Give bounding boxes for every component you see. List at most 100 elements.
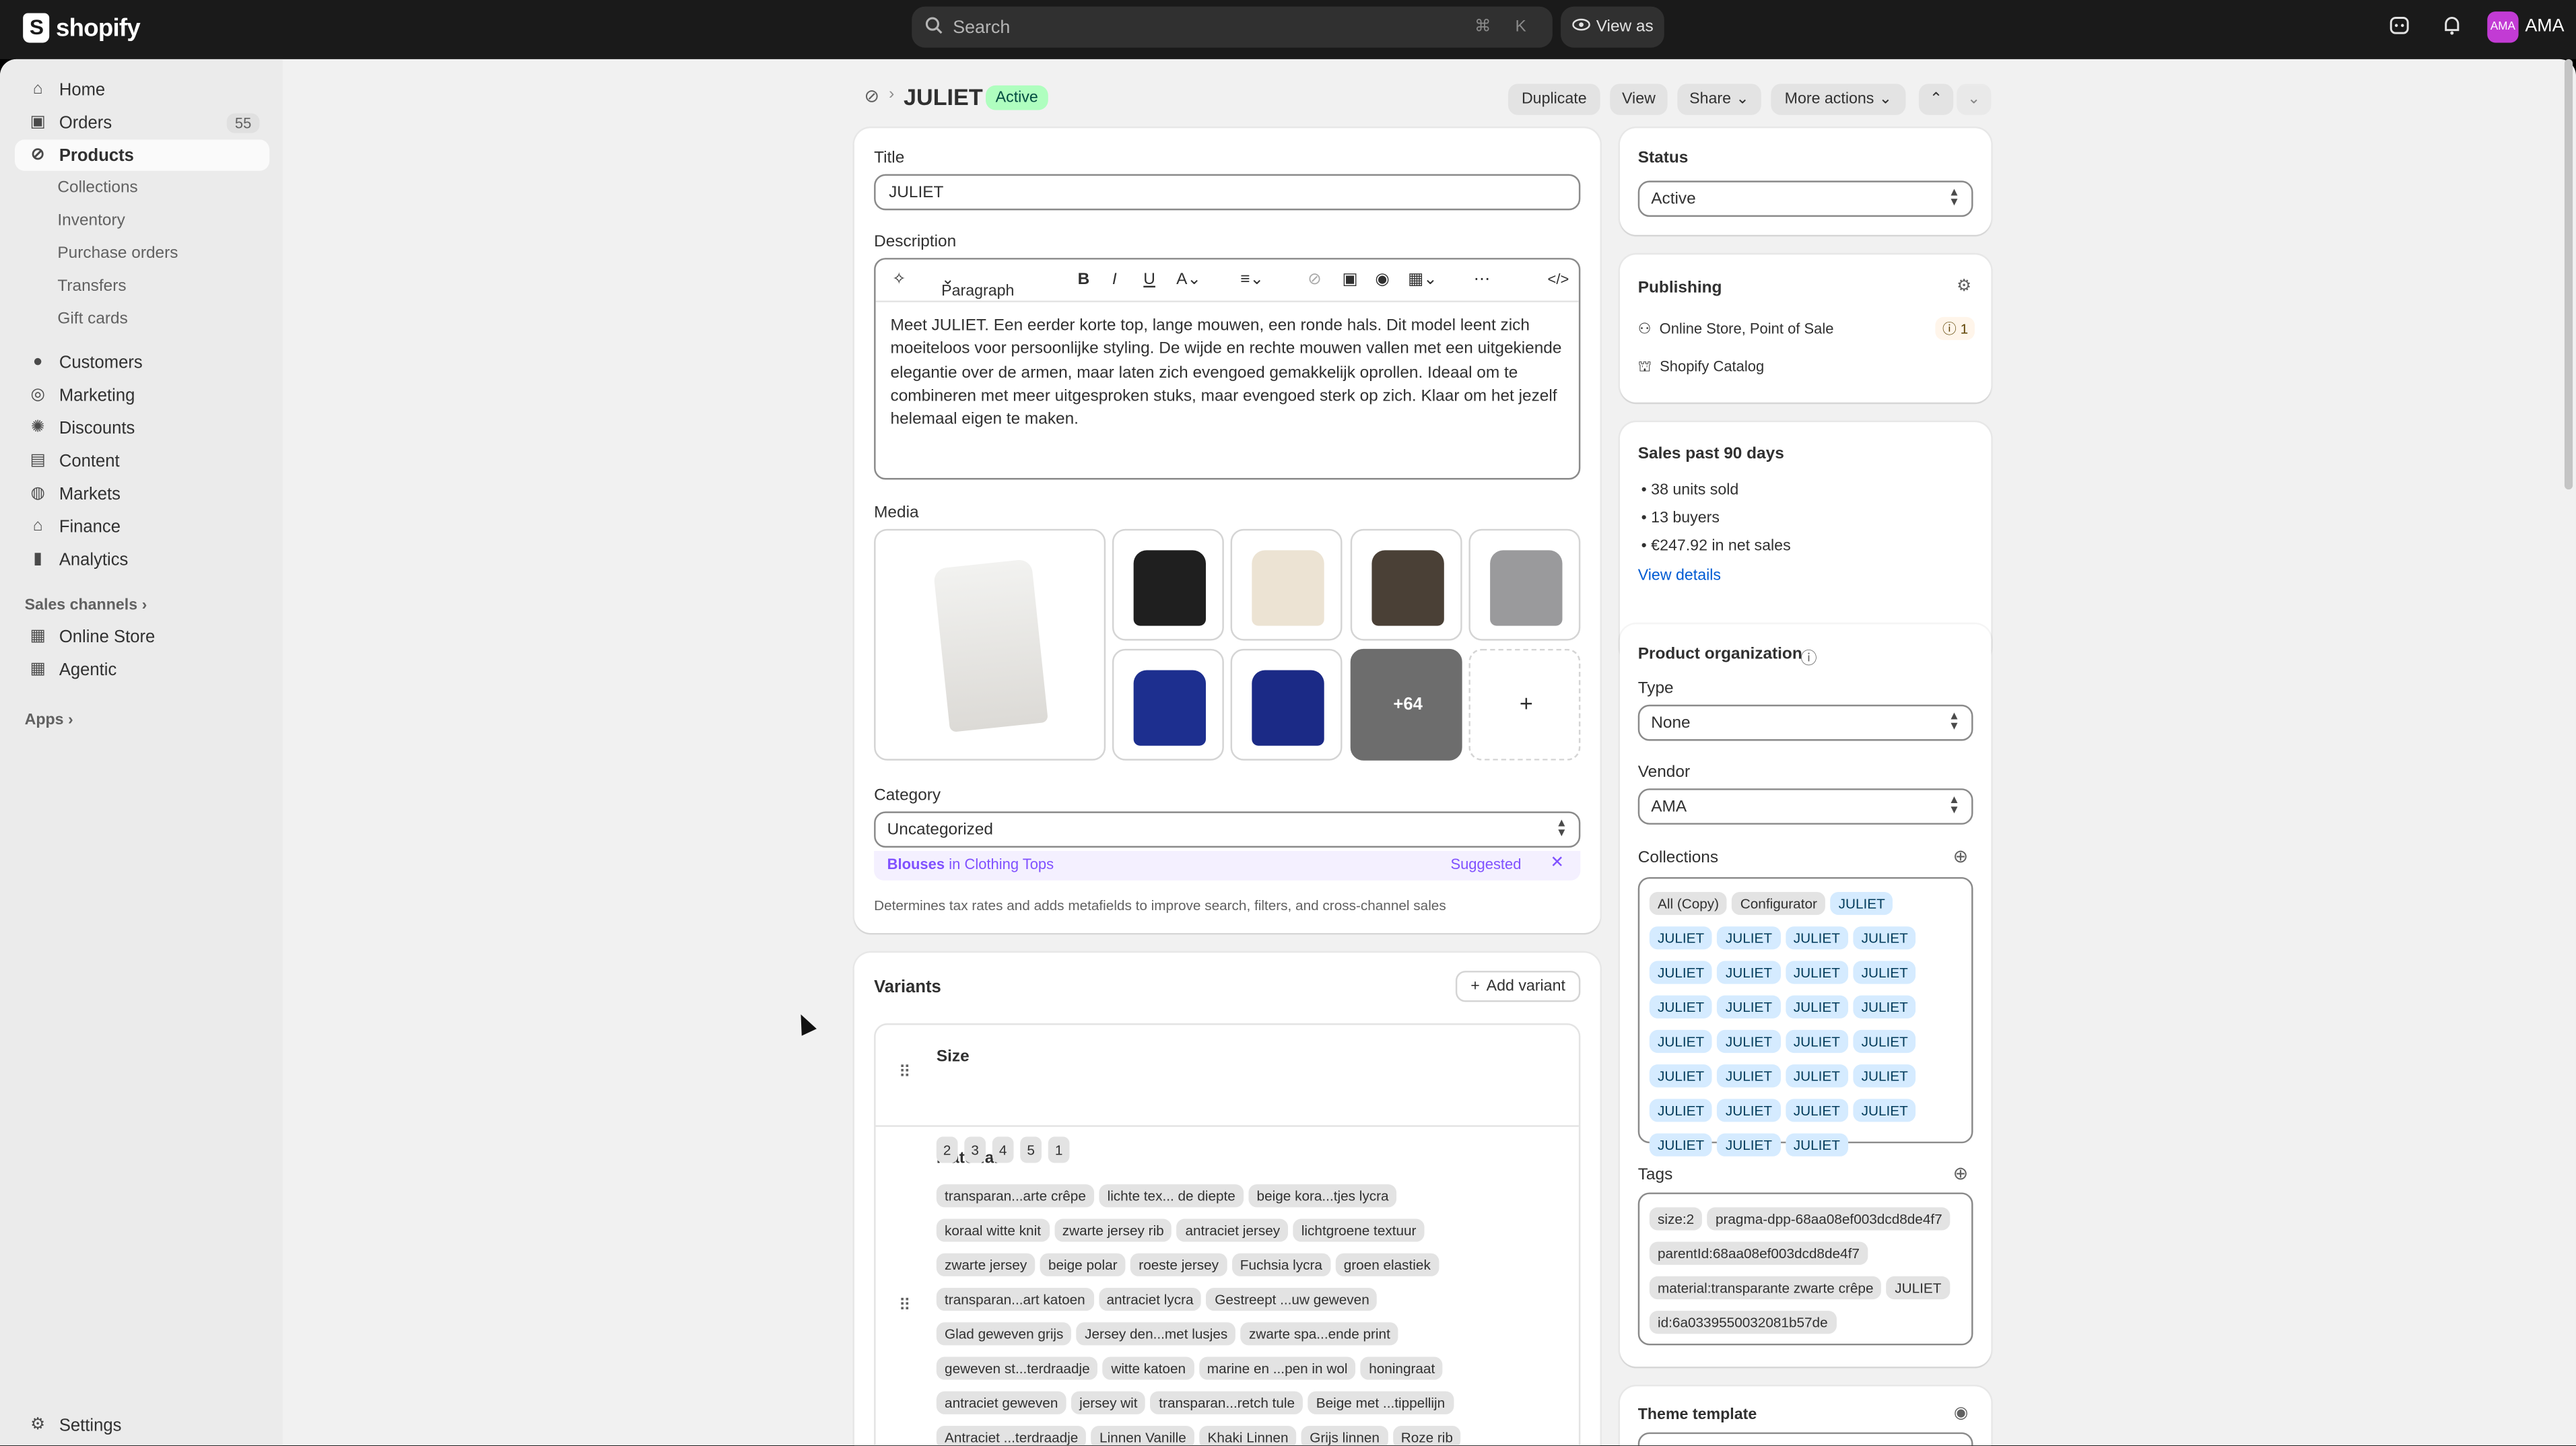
sidebar-item-content[interactable]: ▤ Content <box>15 445 269 476</box>
category-suggestion[interactable]: Blouses in Clothing Tops Suggested ✕ <box>874 850 1581 881</box>
collection-chip[interactable]: JULIET <box>1853 926 1917 950</box>
collection-chip[interactable]: JULIET <box>1853 1099 1917 1122</box>
drag-handle-icon[interactable]: ⠿ <box>899 1064 911 1082</box>
material-value-chip[interactable]: Gestreept ...uw geweven <box>1207 1287 1378 1311</box>
material-value-chip[interactable]: beige polar <box>1040 1253 1126 1276</box>
collection-chip[interactable]: JULIET <box>1649 1029 1713 1054</box>
material-value-chip[interactable]: transparan...arte crêpe <box>936 1184 1095 1208</box>
material-value-chip[interactable]: transparan...retch tule <box>1151 1391 1303 1414</box>
collection-chip[interactable]: JULIET <box>1785 1029 1849 1054</box>
underline-icon[interactable]: U <box>1143 271 1155 289</box>
sales-channels-heading[interactable]: Sales channels › <box>25 596 147 615</box>
tag-chip[interactable]: material:transparante zwarte crêpe <box>1649 1276 1882 1300</box>
material-value-chip[interactable]: zwarte jersey rib <box>1054 1218 1172 1242</box>
eye-icon[interactable]: ◉ <box>1954 1404 1968 1422</box>
next-product-button[interactable]: ⌄ <box>1957 83 1992 115</box>
material-value-chip[interactable]: groen elastiek <box>1335 1253 1439 1276</box>
collection-chip[interactable]: JULIET <box>1785 926 1849 950</box>
material-value-chip[interactable]: zwarte spa...ende print <box>1240 1322 1399 1346</box>
media-add-tile[interactable]: + <box>1468 648 1581 761</box>
collection-chip[interactable]: JULIET <box>1853 1064 1917 1088</box>
material-value-chip[interactable]: Roze rib <box>1392 1425 1462 1446</box>
collection-chip[interactable]: JULIET <box>1785 1099 1849 1122</box>
table-icon[interactable]: ▦⌄ <box>1408 271 1437 289</box>
material-value-chip[interactable]: lichte tex... de diepte <box>1099 1184 1244 1208</box>
material-value-chip[interactable]: Glad geweven grijs <box>936 1322 1072 1346</box>
media-main-image[interactable] <box>874 528 1106 761</box>
collection-chip[interactable]: JULIET <box>1853 995 1917 1019</box>
material-value-chip[interactable]: antraciet lycra <box>1098 1287 1202 1311</box>
sidebar-item-settings[interactable]: ⚙ Settings <box>15 1410 269 1441</box>
collection-chip[interactable]: JULIET <box>1649 926 1713 950</box>
theme-template-select[interactable] <box>1637 1432 1973 1446</box>
collection-chip[interactable]: JULIET <box>1717 961 1781 984</box>
media-thumb[interactable] <box>1468 528 1581 641</box>
media-thumb[interactable] <box>1230 648 1343 761</box>
video-icon[interactable]: ◉ <box>1375 271 1389 289</box>
notifications-bell-icon[interactable] <box>2438 15 2464 41</box>
avatar[interactable]: AMA <box>2487 11 2519 43</box>
shopify-logo[interactable]: shopify <box>23 13 141 43</box>
size-value-chip[interactable]: 3 <box>964 1136 986 1163</box>
tag-chip[interactable]: pragma-dpp-68aa08ef003dcd8de4f7 <box>1707 1207 1951 1231</box>
publishing-channels[interactable]: ⚇ Online Store, Point of Sale <box>1638 320 1834 339</box>
collection-chip[interactable]: JULIET <box>1853 961 1917 984</box>
add-tag-icon[interactable]: ⊕ <box>1953 1163 1968 1184</box>
sidebar-item-home[interactable]: ⌂ Home <box>15 74 269 105</box>
size-value-chip[interactable]: 5 <box>1020 1136 1042 1163</box>
title-input[interactable]: JULIET <box>874 174 1581 211</box>
material-value-chip[interactable]: geweven st...terdraadje <box>936 1356 1098 1380</box>
material-value-chip[interactable]: marine en ...pen in wol <box>1198 1356 1356 1380</box>
collection-chip[interactable]: JULIET <box>1830 891 1894 916</box>
sidebar-item-purchase-orders[interactable]: Purchase orders <box>57 245 178 263</box>
collection-chip[interactable]: JULIET <box>1853 1029 1917 1054</box>
collection-chip[interactable]: JULIET <box>1649 995 1713 1019</box>
sidebar-item-inventory[interactable]: Inventory <box>57 212 125 230</box>
material-value-chip[interactable]: koraal witte knit <box>936 1218 1050 1242</box>
material-value-chip[interactable]: beige kora...tjes lycra <box>1248 1184 1397 1208</box>
more-actions-button[interactable]: More actions ⌄ <box>1771 83 1906 115</box>
size-value-chip[interactable]: 2 <box>936 1136 958 1163</box>
collection-chip[interactable]: JULIET <box>1649 961 1713 984</box>
material-value-chip[interactable]: antraciet jersey <box>1177 1218 1289 1242</box>
search-input[interactable]: Search ⌘ K <box>912 6 1553 48</box>
material-value-chip[interactable]: witte katoen <box>1103 1356 1194 1380</box>
sidebar-item-products[interactable]: ⊘ Products <box>14 139 270 171</box>
material-value-chip[interactable]: zwarte jersey <box>936 1253 1036 1276</box>
dismiss-suggestion-icon[interactable]: ✕ <box>1550 854 1563 872</box>
sidebar-item-discounts[interactable]: ✺ Discounts <box>15 412 269 443</box>
sidebar-item-orders[interactable]: ▣ Orders 55 <box>15 107 269 138</box>
material-value-chip[interactable]: honingraat <box>1361 1356 1444 1380</box>
collection-chip[interactable]: JULIET <box>1785 961 1849 984</box>
drag-handle-icon[interactable]: ⠿ <box>899 1298 911 1316</box>
sidebar-item-marketing[interactable]: ◎ Marketing <box>15 380 269 411</box>
material-value-chip[interactable]: transparan...art katoen <box>936 1287 1093 1311</box>
media-thumb[interactable] <box>1112 648 1224 761</box>
publishing-alert-badge[interactable]: ⓘ 1 <box>1936 316 1975 341</box>
tag-icon[interactable]: ⊘ <box>864 85 879 106</box>
collection-chip[interactable]: JULIET <box>1649 1064 1713 1088</box>
collection-chip[interactable]: JULIET <box>1649 1133 1713 1157</box>
collection-chip[interactable]: JULIET <box>1717 1099 1781 1122</box>
tag-chip[interactable]: id:6a0339550032081b57de <box>1649 1311 1836 1334</box>
shopify-catalog-channel[interactable]: ⛫ Shopify Catalog <box>1638 358 1764 378</box>
material-value-chip[interactable]: Jersey den...met lusjes <box>1076 1322 1236 1346</box>
add-collection-icon[interactable]: ⊕ <box>1953 846 1968 867</box>
tag-chip[interactable]: size:2 <box>1649 1207 1703 1231</box>
account-name[interactable]: AMA <box>2525 16 2564 36</box>
view-button[interactable]: View <box>1610 83 1668 115</box>
media-thumb[interactable] <box>1230 528 1343 641</box>
collection-chip[interactable]: JULIET <box>1717 1064 1781 1088</box>
material-value-chip[interactable]: roeste jersey <box>1130 1253 1227 1276</box>
collection-chip[interactable]: JULIET <box>1717 995 1781 1019</box>
description-editor[interactable]: ✧ Paragraph ⌄ B I U A⌄ ≡⌄ ⊘ ▣ ◉ ▦⌄ ⋯ </>… <box>874 258 1581 480</box>
material-value-chip[interactable]: Antraciet ...terdraadje <box>936 1425 1087 1446</box>
text-color-icon[interactable]: A⌄ <box>1176 271 1201 289</box>
collection-chip[interactable]: JULIET <box>1717 1029 1781 1054</box>
size-value-chip[interactable]: 1 <box>1048 1136 1070 1163</box>
category-select[interactable]: Uncategorized ▲ ▼ <box>874 811 1581 848</box>
sidebar-item-online-store[interactable]: ▦ Online Store <box>15 621 269 652</box>
tags-field[interactable]: size:2 pragma-dpp-68aa08ef003dcd8de4f7 par… <box>1637 1192 1973 1346</box>
collection-chip[interactable]: JULIET <box>1717 1133 1781 1157</box>
previous-product-button[interactable]: ⌃ <box>1918 83 1954 115</box>
